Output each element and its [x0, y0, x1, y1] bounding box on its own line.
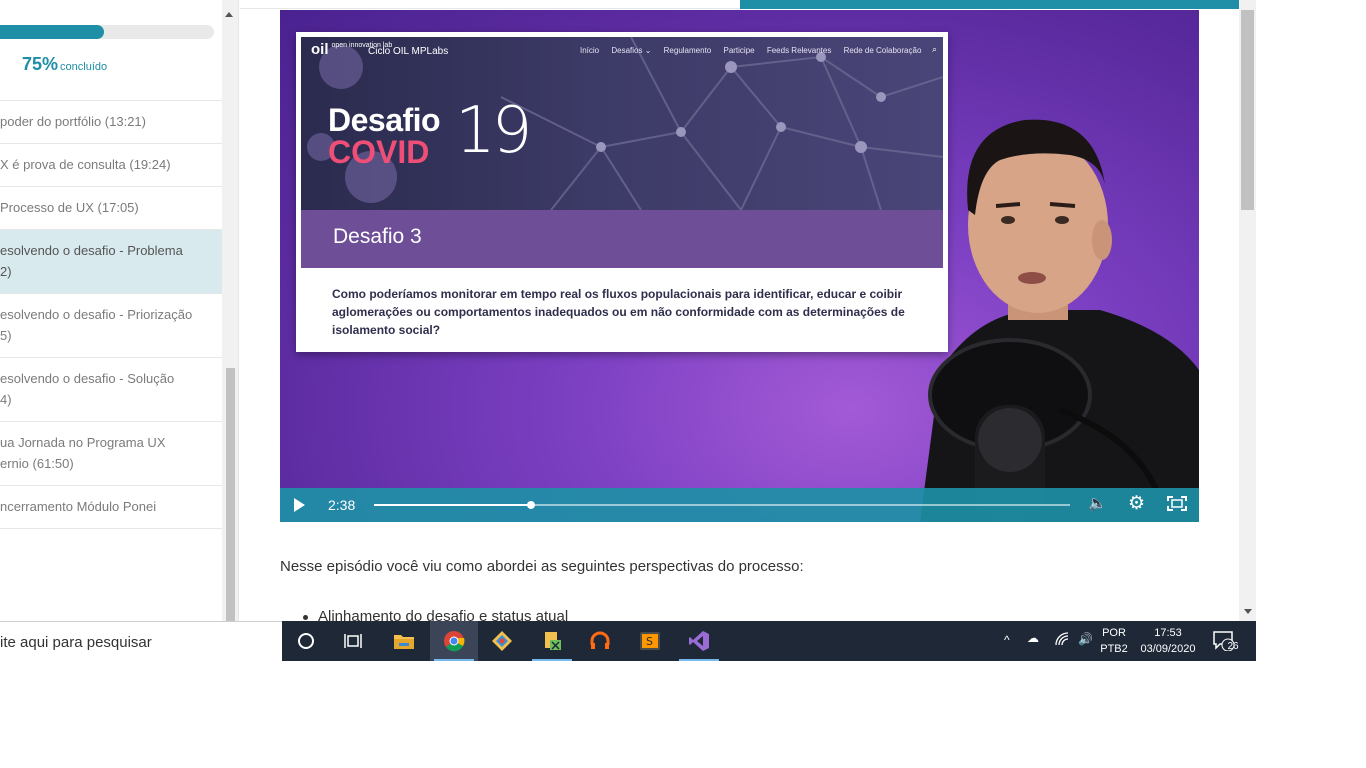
volume-icon[interactable]: 🔈 [1088, 494, 1107, 512]
header-divider [240, 8, 740, 9]
lesson-title: X é prova de consulta (19:24) [0, 157, 171, 172]
task-view-icon[interactable] [330, 621, 378, 661]
bullet-dot [303, 614, 308, 620]
sublime-text-icon[interactable]: S [626, 621, 674, 661]
speaker-icon[interactable]: 🔊 [1078, 632, 1093, 661]
onedrive-cloud-icon[interactable]: ☁ [1027, 631, 1039, 661]
active-indicator [532, 659, 572, 661]
language-code: POR [1102, 627, 1126, 639]
lesson-item[interactable]: esolvendo o desafio - Solução 4) [0, 358, 222, 422]
gear-icon[interactable]: ⚙ [1128, 492, 1145, 515]
page-scrollbar-thumb[interactable] [1241, 10, 1254, 210]
play-icon[interactable] [294, 498, 305, 512]
lesson-title: Processo de UX (17:05) [0, 200, 139, 215]
lesson-item[interactable]: ua Jornada no Programa UX ernio (61:50) [0, 422, 222, 486]
lesson-item[interactable]: X é prova de consulta (19:24) [0, 144, 222, 187]
article-paragraph: Nesse episódio você viu como abordei as … [280, 558, 804, 575]
lesson-item[interactable]: esolvendo o desafio - Priorização 5) [0, 294, 222, 358]
lesson-title: ncerramento Módulo Ponei [0, 499, 157, 514]
git-kraken-icon[interactable] [478, 621, 526, 661]
page-scrollbar[interactable] [1239, 0, 1256, 621]
scroll-down-arrow-icon[interactable] [1244, 609, 1252, 614]
course-sidebar: 75% concluído poder do portfólio (13:21) … [0, 0, 239, 621]
lesson-item[interactable]: poder do portfólio (13:21) [0, 101, 222, 144]
sidebar-scrollbar-thumb[interactable] [226, 368, 235, 621]
chrome-icon[interactable] [430, 621, 478, 661]
course-progress-label: 75% concluído [22, 54, 107, 75]
progress-word: concluído [60, 61, 108, 73]
database-app-icon[interactable] [528, 621, 576, 661]
video-player[interactable]: oil open innovation lab Ciclo OIL MPLabs… [280, 10, 1199, 522]
scroll-up-arrow-icon[interactable] [225, 12, 233, 17]
taskbar: S ^ ☁ 🔊 POR PTB2 17:53 03/09/2020 26 [282, 621, 1256, 661]
taskbar-search[interactable]: ite aqui para pesquisar [0, 621, 282, 661]
lesson-duration: ernio (61:50) [0, 456, 74, 471]
presenter-figure [920, 119, 1199, 522]
screen: 75% concluído poder do portfólio (13:21) … [0, 0, 1256, 661]
video-seek-handle[interactable] [526, 501, 535, 509]
visual-studio-icon[interactable] [675, 621, 723, 661]
course-progress-fill [0, 25, 105, 39]
lesson-title: ua Jornada no Programa UX [0, 435, 166, 450]
sidebar-scrollbar[interactable] [222, 0, 238, 621]
active-indicator [434, 659, 474, 661]
taskbar-search-text: ite aqui para pesquisar [0, 634, 152, 651]
notification-count: 26 [1227, 641, 1239, 652]
video-seek-bar[interactable] [374, 504, 1070, 506]
lesson-item[interactable]: Processo de UX (17:05) [0, 187, 222, 230]
file-explorer-icon[interactable] [380, 621, 428, 661]
svg-text:S: S [646, 635, 653, 648]
chevron-up-icon[interactable]: ^ [1004, 633, 1010, 661]
clock[interactable]: 17:53 03/09/2020 [1136, 625, 1200, 657]
fullscreen-icon[interactable] [1167, 496, 1187, 511]
lesson-title: poder do portfólio (13:21) [0, 114, 146, 129]
lesson-duration: 4) [0, 392, 12, 407]
progress-percent: 75% [22, 54, 59, 74]
course-progress-bar [0, 25, 214, 39]
video-controls: 2:38 🔈 ⚙ [280, 488, 1199, 522]
input-language[interactable]: POR PTB2 [1098, 625, 1130, 657]
lesson-title: esolvendo o desafio - Problema [0, 243, 183, 258]
lesson-item[interactable]: ncerramento Módulo Ponei [0, 486, 222, 529]
lesson-duration: 5) [0, 328, 12, 343]
lesson-duration: 2) [0, 264, 12, 279]
lesson-title: esolvendo o desafio - Solução [0, 371, 175, 386]
lesson-list: poder do portfólio (13:21) X é prova de … [0, 100, 222, 529]
lesson-item-active[interactable]: esolvendo o desafio - Problema 2) [0, 230, 222, 294]
keyboard-layout: PTB2 [1100, 643, 1128, 655]
header-accent-bar [740, 0, 1239, 9]
active-indicator [679, 659, 719, 661]
wifi-icon[interactable] [1054, 632, 1070, 661]
headset-app-icon[interactable] [576, 621, 624, 661]
clock-time: 17:53 [1154, 627, 1182, 639]
cortana-icon[interactable] [282, 621, 330, 661]
lesson-title: esolvendo o desafio - Priorização [0, 307, 193, 322]
video-seek-fill [374, 504, 531, 506]
video-time: 2:38 [328, 497, 356, 513]
clock-date: 03/09/2020 [1140, 643, 1196, 655]
